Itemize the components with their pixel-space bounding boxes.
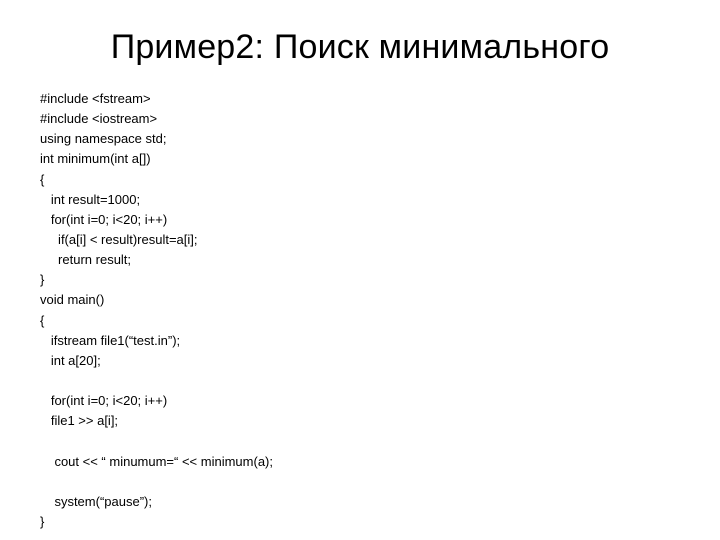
slide: Пример2: Поиск минимального #include <fs… — [0, 0, 720, 540]
slide-title: Пример2: Поиск минимального — [40, 28, 680, 67]
code-block: #include <fstream> #include <iostream> u… — [40, 89, 680, 532]
